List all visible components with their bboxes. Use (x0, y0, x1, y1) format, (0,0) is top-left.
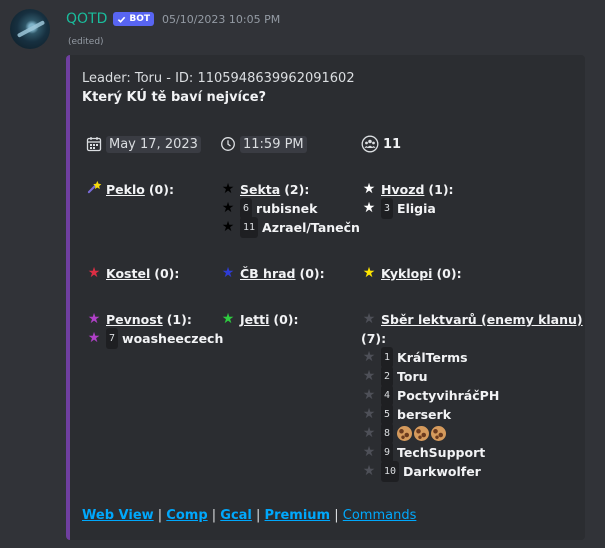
message-timestamp[interactable]: 05/10/2023 10:05 PM (162, 13, 280, 26)
member-name: TechSupport (397, 445, 486, 460)
web-view-link[interactable]: Web View (82, 508, 154, 523)
option-count: (0): (148, 182, 174, 197)
option-pevnost: ★ Pevnost (1): ★ 7 woasheeczech (86, 310, 224, 349)
star-icon: ★ (221, 219, 235, 235)
star-icon: ★ (362, 265, 376, 281)
star-icon: ★ (221, 311, 235, 327)
star-icon: ★ (87, 265, 101, 281)
member-number: 4 (381, 385, 394, 406)
star-icon: ★ (221, 265, 235, 281)
message-header: QOTD BOT 05/10/2023 10:05 PM (66, 10, 280, 28)
star-icon: ★ (87, 311, 101, 327)
member-number: 5 (381, 404, 394, 425)
star-icon: ★ (362, 425, 376, 441)
leader-line: Leader: Toru - ID: 1105948639962091602 (82, 71, 355, 86)
member-number: 1 (381, 347, 394, 368)
option-name[interactable]: Sběr lektvarů (enemy klanu) (381, 310, 583, 329)
star-icon: ★ (362, 200, 376, 216)
member-name: berserk (397, 407, 452, 422)
member-number: 6 (240, 198, 253, 219)
star-icon: ★ (362, 311, 376, 327)
people-field: 11 (361, 134, 401, 154)
star-icon: ★ (87, 330, 101, 346)
member-number: 9 (381, 442, 394, 463)
star-icon: ★ (362, 368, 376, 384)
member-number: 11 (240, 217, 259, 238)
option-name[interactable]: Peklo (106, 180, 145, 199)
embed-links: Web View | Comp | Gcal | Premium | Comma… (82, 508, 417, 523)
option-name[interactable]: Sekta (240, 180, 280, 199)
member-number: 10 (381, 461, 400, 482)
star-icon: ★ (221, 181, 235, 197)
star-icon: ★ (362, 349, 376, 365)
member-name: Azrael/Tanečn (262, 220, 360, 235)
option-kostel: ★ Kostel (0): (86, 264, 180, 283)
username[interactable]: QOTD (66, 11, 107, 27)
star-icon: ★ (362, 387, 376, 403)
option-name[interactable]: Kyklopi (381, 264, 432, 283)
member-number: 2 (381, 366, 394, 387)
member-name: Eligia (397, 201, 436, 216)
option-sekta: ★ Sekta (2): ★ 6 rubisnek ★ 11 Azrael/Tanečn (220, 180, 360, 238)
bot-badge: BOT (113, 12, 155, 26)
star-icon: ★ (362, 444, 376, 460)
option-name[interactable]: ČB hrad (240, 264, 296, 283)
star-icon: ★ (221, 200, 235, 216)
time-value[interactable]: 11:59 PM (240, 135, 307, 153)
option-name[interactable]: Pevnost (106, 310, 163, 329)
option-count: (2): (284, 182, 310, 197)
embed: Leader: Toru - ID: 1105948639962091602 K… (66, 55, 585, 540)
option-count: (1): (166, 312, 192, 327)
option-kyklopi: ★ Kyklopi (0): (361, 264, 462, 283)
star-icon: ★ (362, 181, 376, 197)
comet-icon (86, 179, 102, 200)
option-count: (0): (154, 266, 180, 281)
edited-label: (edited) (68, 37, 104, 47)
date-field: May 17, 2023 (86, 134, 201, 154)
date-value[interactable]: May 17, 2023 (106, 135, 201, 153)
premium-link[interactable]: Premium (265, 508, 331, 523)
option-name[interactable]: Kostel (106, 264, 150, 283)
avatar[interactable] (10, 9, 50, 49)
option-count: (7): (361, 331, 387, 346)
calendar-icon (86, 137, 102, 152)
member-name: Toru (397, 369, 428, 384)
option-sber: ★ Sběr lektvarů (enemy klanu) (7): ★ 1 Král… (361, 310, 583, 482)
comp-link[interactable]: Comp (166, 508, 207, 523)
option-peklo: Peklo (0): (86, 180, 174, 199)
option-count: (0): (436, 266, 462, 281)
member-name: Darkwolfer (403, 464, 481, 479)
cookie-icon (431, 426, 447, 441)
option-hvozd: ★ Hvozd (1): ★ 3 Eligia (361, 180, 454, 219)
star-icon: ★ (362, 406, 376, 422)
member-number: 8 (381, 423, 394, 444)
option-count: (1): (428, 182, 454, 197)
option-name[interactable]: Hvozd (381, 180, 424, 199)
option-name[interactable]: Jetti (240, 310, 269, 329)
member-number: 7 (106, 328, 119, 349)
option-count: (0): (273, 312, 299, 327)
clock-icon (221, 137, 235, 151)
time-field: 11:59 PM (220, 134, 307, 154)
gcal-link[interactable]: Gcal (220, 508, 252, 523)
option-cb-hrad: ★ ČB hrad (0): (220, 264, 325, 283)
member-name: rubisnek (256, 201, 318, 216)
member-name: PoctyvihráčPH (397, 388, 500, 403)
people-count: 11 (383, 136, 402, 152)
question-text: Který KÚ tě baví nejvíce? (82, 90, 267, 105)
member-name: woasheeczech (122, 331, 224, 346)
check-icon (118, 16, 126, 23)
cookie-icon (397, 426, 413, 441)
commands-link[interactable]: Commands (343, 508, 417, 523)
star-icon: ★ (362, 463, 376, 479)
option-jetti: ★ Jetti (0): (220, 310, 299, 329)
member-name: KrálTerms (397, 350, 468, 365)
member-number: 3 (381, 198, 394, 219)
people-icon (361, 135, 379, 153)
option-count: (0): (299, 266, 325, 281)
cookie-icon (414, 426, 430, 441)
